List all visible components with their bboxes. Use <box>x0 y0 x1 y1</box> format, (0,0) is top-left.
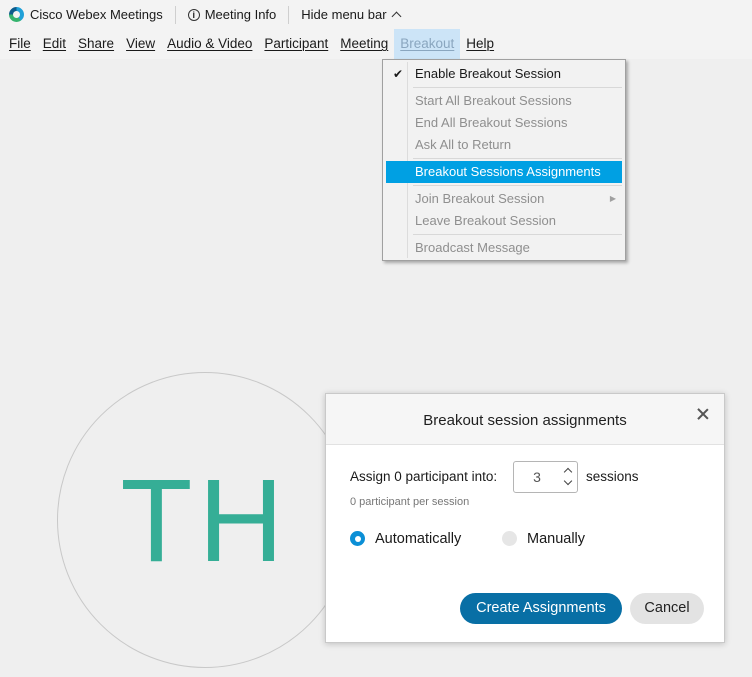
avatar-initials: TH <box>120 455 290 587</box>
chevron-down-icon[interactable] <box>563 477 573 489</box>
assign-label: Assign 0 participant into: <box>350 469 498 484</box>
menu-edit[interactable]: Edit <box>37 29 72 59</box>
menu-participant[interactable]: Participant <box>258 29 334 59</box>
submenu-arrow-icon: ▶ <box>609 194 616 203</box>
menu-meeting[interactable]: Meeting <box>334 29 394 59</box>
hide-menu-bar-label: Hide menu bar <box>301 7 387 22</box>
session-count-value[interactable]: 3 <box>514 469 560 485</box>
menu-separator <box>413 87 622 88</box>
menu-audio-video[interactable]: Audio & Video <box>161 29 258 59</box>
menu-breakout[interactable]: Breakout <box>394 29 461 59</box>
radio-automatically[interactable] <box>350 531 365 546</box>
menu-separator <box>413 234 622 235</box>
meeting-info-button[interactable]: i Meeting Info <box>187 7 277 22</box>
dialog-header: Breakout session assignments <box>326 394 724 445</box>
menu-item-leave[interactable]: Leave Breakout Session <box>383 210 625 232</box>
menu-item-assignments[interactable]: Breakout Sessions Assignments <box>386 161 622 183</box>
radio-manually[interactable] <box>502 531 517 546</box>
chevron-up-icon <box>391 11 401 22</box>
breakout-dropdown-menu: ✔ Enable Breakout Session Start All Brea… <box>382 59 626 261</box>
menu-view[interactable]: View <box>120 29 161 59</box>
dialog-title: Breakout session assignments <box>423 412 627 429</box>
title-bar-divider <box>288 5 290 24</box>
close-icon[interactable] <box>696 407 710 421</box>
cancel-button[interactable]: Cancel <box>630 593 704 624</box>
webex-logo-icon <box>9 7 24 22</box>
meeting-info-label: Meeting Info <box>204 7 277 22</box>
menu-file[interactable]: File <box>3 29 37 59</box>
create-assignments-button[interactable]: Create Assignments <box>460 593 622 624</box>
title-bar: Cisco Webex Meetings i Meeting Info Hide… <box>0 0 752 29</box>
menu-help[interactable]: Help <box>460 29 500 59</box>
menu-item-join[interactable]: Join Breakout Session ▶ <box>383 188 625 210</box>
menu-item-broadcast[interactable]: Broadcast Message <box>383 237 625 259</box>
menu-item-start-all[interactable]: Start All Breakout Sessions <box>383 90 625 112</box>
title-bar-divider <box>174 5 176 24</box>
chevron-up-icon[interactable] <box>563 465 573 477</box>
sessions-label: sessions <box>586 469 639 484</box>
app-title: Cisco Webex Meetings <box>30 7 163 22</box>
radio-automatically-label[interactable]: Automatically <box>375 531 461 547</box>
menu-separator <box>413 158 622 159</box>
menu-item-label: Join Breakout Session <box>415 191 545 206</box>
per-session-hint: 0 participant per session <box>350 496 470 508</box>
menu-item-label: Enable Breakout Session <box>415 66 561 81</box>
breakout-assignments-dialog: Breakout session assignments Assign 0 pa… <box>325 393 725 643</box>
menu-share[interactable]: Share <box>72 29 120 59</box>
menu-separator <box>413 185 622 186</box>
menu-item-end-all[interactable]: End All Breakout Sessions <box>383 112 625 134</box>
menu-item-enable-breakout[interactable]: ✔ Enable Breakout Session <box>383 63 625 85</box>
hide-menu-bar-button[interactable]: Hide menu bar <box>301 7 401 22</box>
participant-avatar: TH <box>57 372 353 668</box>
checkmark-icon: ✔ <box>393 67 404 81</box>
radio-manually-label[interactable]: Manually <box>527 531 585 547</box>
info-icon: i <box>187 8 200 21</box>
session-count-stepper[interactable]: 3 <box>513 461 578 493</box>
menu-bar: File Edit Share View Audio & Video Parti… <box>0 29 752 59</box>
menu-item-ask-all-return[interactable]: Ask All to Return <box>383 134 625 156</box>
